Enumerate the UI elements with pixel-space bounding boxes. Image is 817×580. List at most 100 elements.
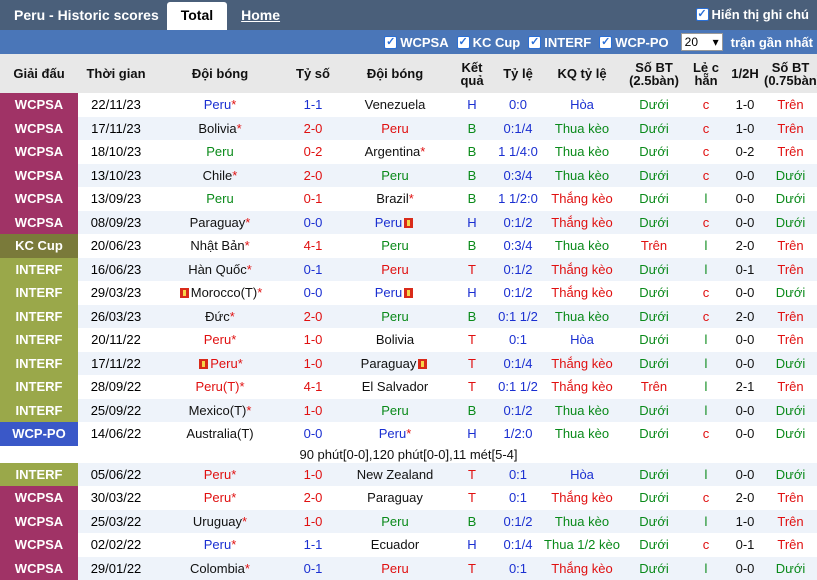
checkbox-icon[interactable]: ✓ [599, 36, 612, 49]
home-team-cell[interactable]: Peru* [154, 486, 286, 510]
away-team-cell[interactable]: Peru [340, 510, 450, 534]
filter-interf[interactable]: ✓INTERF [528, 35, 591, 50]
home-team-cell[interactable]: Đức* [154, 305, 286, 329]
filter-wcpsa[interactable]: ✓WCPSA [384, 35, 448, 50]
league-badge[interactable]: WCPSA [0, 533, 78, 557]
away-team-cell[interactable]: Peru [340, 557, 450, 580]
checkbox-icon[interactable]: ✓ [696, 8, 709, 21]
match-score[interactable]: 4-1 [286, 234, 340, 258]
match-score[interactable]: 1-1 [286, 93, 340, 117]
checkbox-icon[interactable]: ✓ [384, 36, 397, 49]
filter-kc-cup[interactable]: ✓KC Cup [457, 35, 521, 50]
match-score[interactable]: 0-1 [286, 258, 340, 282]
away-team-cell[interactable]: Peru [340, 305, 450, 329]
match-score[interactable]: 0-2 [286, 140, 340, 164]
match-score[interactable]: 2-0 [286, 305, 340, 329]
home-team-cell[interactable]: Morocco(T)* [154, 281, 286, 305]
away-team-cell[interactable]: Venezuela [340, 93, 450, 117]
away-team-cell[interactable]: Peru [340, 281, 450, 305]
home-team-cell[interactable]: Bolivia* [154, 117, 286, 141]
league-badge[interactable]: WCPSA [0, 187, 78, 211]
home-team-cell[interactable]: Colombia* [154, 557, 286, 580]
over-under-075-result: Trên [764, 117, 817, 141]
away-team-cell[interactable]: Peru [340, 211, 450, 235]
away-team-cell[interactable]: Brazil* [340, 187, 450, 211]
tab-total[interactable]: Total [167, 2, 227, 30]
match-score[interactable]: 0-1 [286, 557, 340, 580]
home-team-cell[interactable]: Hàn Quốc* [154, 258, 286, 282]
match-score[interactable]: 2-0 [286, 164, 340, 188]
match-score[interactable]: 1-0 [286, 352, 340, 376]
match-score[interactable]: 0-1 [286, 187, 340, 211]
away-team-cell[interactable]: Peru [340, 164, 450, 188]
league-badge[interactable]: WCPSA [0, 93, 78, 117]
away-team-cell[interactable]: Bolivia [340, 328, 450, 352]
league-badge[interactable]: WCPSA [0, 140, 78, 164]
home-team-cell[interactable]: Peru [154, 187, 286, 211]
over-under-result: Trên [622, 375, 686, 399]
checkbox-icon[interactable]: ✓ [528, 36, 541, 49]
home-team-cell[interactable]: Peru [154, 140, 286, 164]
away-team-cell[interactable]: Paraguay [340, 486, 450, 510]
match-score[interactable]: 4-1 [286, 375, 340, 399]
home-team-cell[interactable]: Chile* [154, 164, 286, 188]
away-team-cell[interactable]: Peru [340, 234, 450, 258]
match-count-label: trận gần nhất [731, 35, 813, 50]
over-under-075-result: Trên [764, 486, 817, 510]
league-badge[interactable]: WCPSA [0, 510, 78, 534]
away-team-cell[interactable]: Paraguay [340, 352, 450, 376]
away-team-cell[interactable]: Ecuador [340, 533, 450, 557]
league-badge[interactable]: WCPSA [0, 486, 78, 510]
league-badge[interactable]: INTERF [0, 463, 78, 487]
home-team-cell[interactable]: Mexico(T)* [154, 399, 286, 423]
home-team-cell[interactable]: Peru* [154, 463, 286, 487]
table-row: WCPSA02/02/22Peru*1-1EcuadorH0:1/4Thua 1… [0, 533, 817, 557]
away-team-cell[interactable]: New Zealand [340, 463, 450, 487]
away-team-cell[interactable]: El Salvador [340, 375, 450, 399]
home-team-cell[interactable]: Peru(T)* [154, 375, 286, 399]
match-score[interactable]: 0-0 [286, 281, 340, 305]
league-badge[interactable]: INTERF [0, 305, 78, 329]
league-badge[interactable]: INTERF [0, 352, 78, 376]
handicap-odds: 0:0 [494, 93, 542, 117]
home-team-cell[interactable]: Peru* [154, 328, 286, 352]
home-team-cell[interactable]: Australia(T) [154, 422, 286, 446]
league-badge[interactable]: INTERF [0, 281, 78, 305]
league-badge[interactable]: WCPSA [0, 117, 78, 141]
away-team-cell[interactable]: Peru* [340, 422, 450, 446]
match-count-select[interactable]: 20▾ [681, 33, 723, 51]
league-badge[interactable]: INTERF [0, 328, 78, 352]
match-date: 29/01/22 [78, 557, 154, 580]
match-score[interactable]: 0-0 [286, 211, 340, 235]
league-badge[interactable]: INTERF [0, 399, 78, 423]
league-badge[interactable]: WCPSA [0, 164, 78, 188]
match-score[interactable]: 2-0 [286, 486, 340, 510]
away-team-cell[interactable]: Peru [340, 258, 450, 282]
match-score[interactable]: 1-0 [286, 328, 340, 352]
league-badge[interactable]: WCPSA [0, 557, 78, 580]
match-score[interactable]: 1-0 [286, 399, 340, 423]
league-badge[interactable]: WCP-PO [0, 422, 78, 446]
match-score[interactable]: 1-0 [286, 510, 340, 534]
match-score[interactable]: 0-0 [286, 422, 340, 446]
away-team-cell[interactable]: Argentina* [340, 140, 450, 164]
league-badge[interactable]: INTERF [0, 375, 78, 399]
match-score[interactable]: 2-0 [286, 117, 340, 141]
filter-wcp-po[interactable]: ✓WCP-PO [599, 35, 668, 50]
checkbox-icon[interactable]: ✓ [457, 36, 470, 49]
match-score[interactable]: 1-0 [286, 463, 340, 487]
league-badge[interactable]: KC Cup [0, 234, 78, 258]
away-team-cell[interactable]: Peru [340, 117, 450, 141]
home-team-cell[interactable]: Paraguay* [154, 211, 286, 235]
home-team-cell[interactable]: Peru* [154, 533, 286, 557]
league-badge[interactable]: INTERF [0, 258, 78, 282]
home-team-cell[interactable]: Nhật Bản* [154, 234, 286, 258]
away-team-cell[interactable]: Peru [340, 399, 450, 423]
home-team-cell[interactable]: Peru* [154, 352, 286, 376]
league-badge[interactable]: WCPSA [0, 211, 78, 235]
home-team-cell[interactable]: Uruguay* [154, 510, 286, 534]
home-team-cell[interactable]: Peru* [154, 93, 286, 117]
tab-home[interactable]: Home [227, 0, 294, 30]
match-score[interactable]: 1-1 [286, 533, 340, 557]
show-notes-toggle[interactable]: ✓ Hiển thị ghi chú [696, 7, 810, 22]
